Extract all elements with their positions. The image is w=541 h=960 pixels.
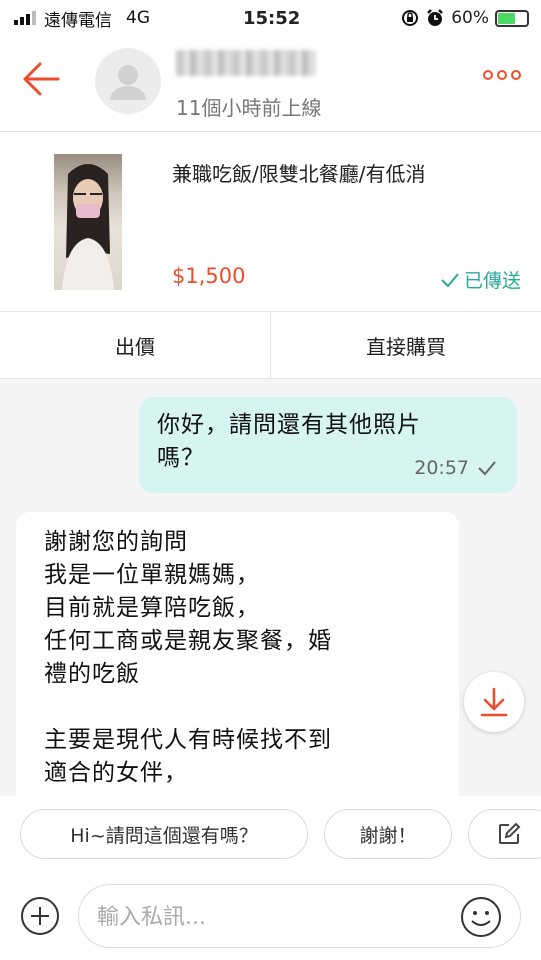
message-input[interactable] (97, 899, 457, 935)
quick-reply-button[interactable]: 謝謝！ (324, 809, 452, 859)
incoming-message[interactable]: 謝謝您的詢問 我是一位單親媽媽， 目前就是算陪吃飯， 任何工商或是親友聚餐，婚 … (16, 512, 459, 812)
battery-icon (495, 9, 529, 27)
message-line: 任何工商或是親友聚餐，婚 (44, 628, 332, 654)
message-line: 適合的女伴， (44, 760, 188, 786)
buy-now-button[interactable]: 直接購買 (271, 312, 541, 378)
product-actions: 出價 直接購買 (0, 312, 541, 379)
message-line: 你好，請問還有其他照片 (157, 412, 421, 438)
username-blurred (176, 50, 316, 76)
message-line: 主要是現代人有時候找不到 (44, 727, 332, 753)
message-input-container[interactable] (78, 884, 521, 948)
status-time: 15:52 (243, 7, 301, 29)
user-icon (110, 65, 146, 100)
product-image[interactable] (54, 154, 122, 290)
avatar[interactable] (95, 48, 161, 114)
signal-icon (14, 11, 36, 25)
alarm-icon (427, 9, 444, 26)
product-price: $1,500 (172, 264, 246, 288)
more-icon[interactable] (483, 70, 521, 80)
check-icon (478, 461, 496, 476)
message-line: 我是一位單親媽媽， (44, 562, 260, 588)
check-icon (441, 272, 459, 287)
chat-header: 11個小時前上線 (0, 36, 541, 132)
last-seen-status: 11個小時前上線 (176, 96, 322, 120)
edit-quick-replies-button[interactable] (468, 809, 541, 859)
network-type: 4G (126, 8, 150, 28)
lock-rotation-icon (402, 10, 419, 26)
message-time: 20:57 (414, 457, 469, 479)
scroll-down-button[interactable] (464, 672, 524, 732)
battery-percent: 60% (451, 8, 489, 28)
scroll-down-icon (480, 687, 508, 717)
message-line: 目前就是算陪吃飯， (44, 595, 260, 621)
message-line: 謝謝您的詢問 (44, 529, 188, 555)
product-card[interactable]: 兼職吃飯/限雙北餐廳/有低消 $1,500 已傳送 (0, 132, 541, 312)
message-line: 禮的吃飯 (44, 661, 140, 687)
outgoing-message[interactable]: 你好，請問還有其他照片 嗎？ 20:57 (139, 397, 517, 493)
quick-reply-button[interactable]: Hi~請問這個還有嗎？ (20, 809, 308, 859)
emoji-icon[interactable] (460, 896, 502, 938)
edit-icon (499, 822, 521, 844)
offer-button[interactable]: 出價 (0, 312, 271, 378)
sent-status-label: 已傳送 (463, 270, 521, 292)
status-bar: 遠傳電信 4G 15:52 60% (0, 0, 541, 36)
quick-reply-bar: Hi~請問這個還有嗎？ 謝謝！ (0, 796, 541, 872)
carrier-name: 遠傳電信 (44, 10, 112, 31)
message-input-bar (0, 872, 541, 960)
product-title: 兼職吃飯/限雙北餐廳/有低消 (172, 162, 426, 186)
back-arrow-icon[interactable] (18, 56, 64, 102)
plus-icon[interactable] (20, 896, 60, 936)
sent-status: 已傳送 (440, 266, 521, 293)
